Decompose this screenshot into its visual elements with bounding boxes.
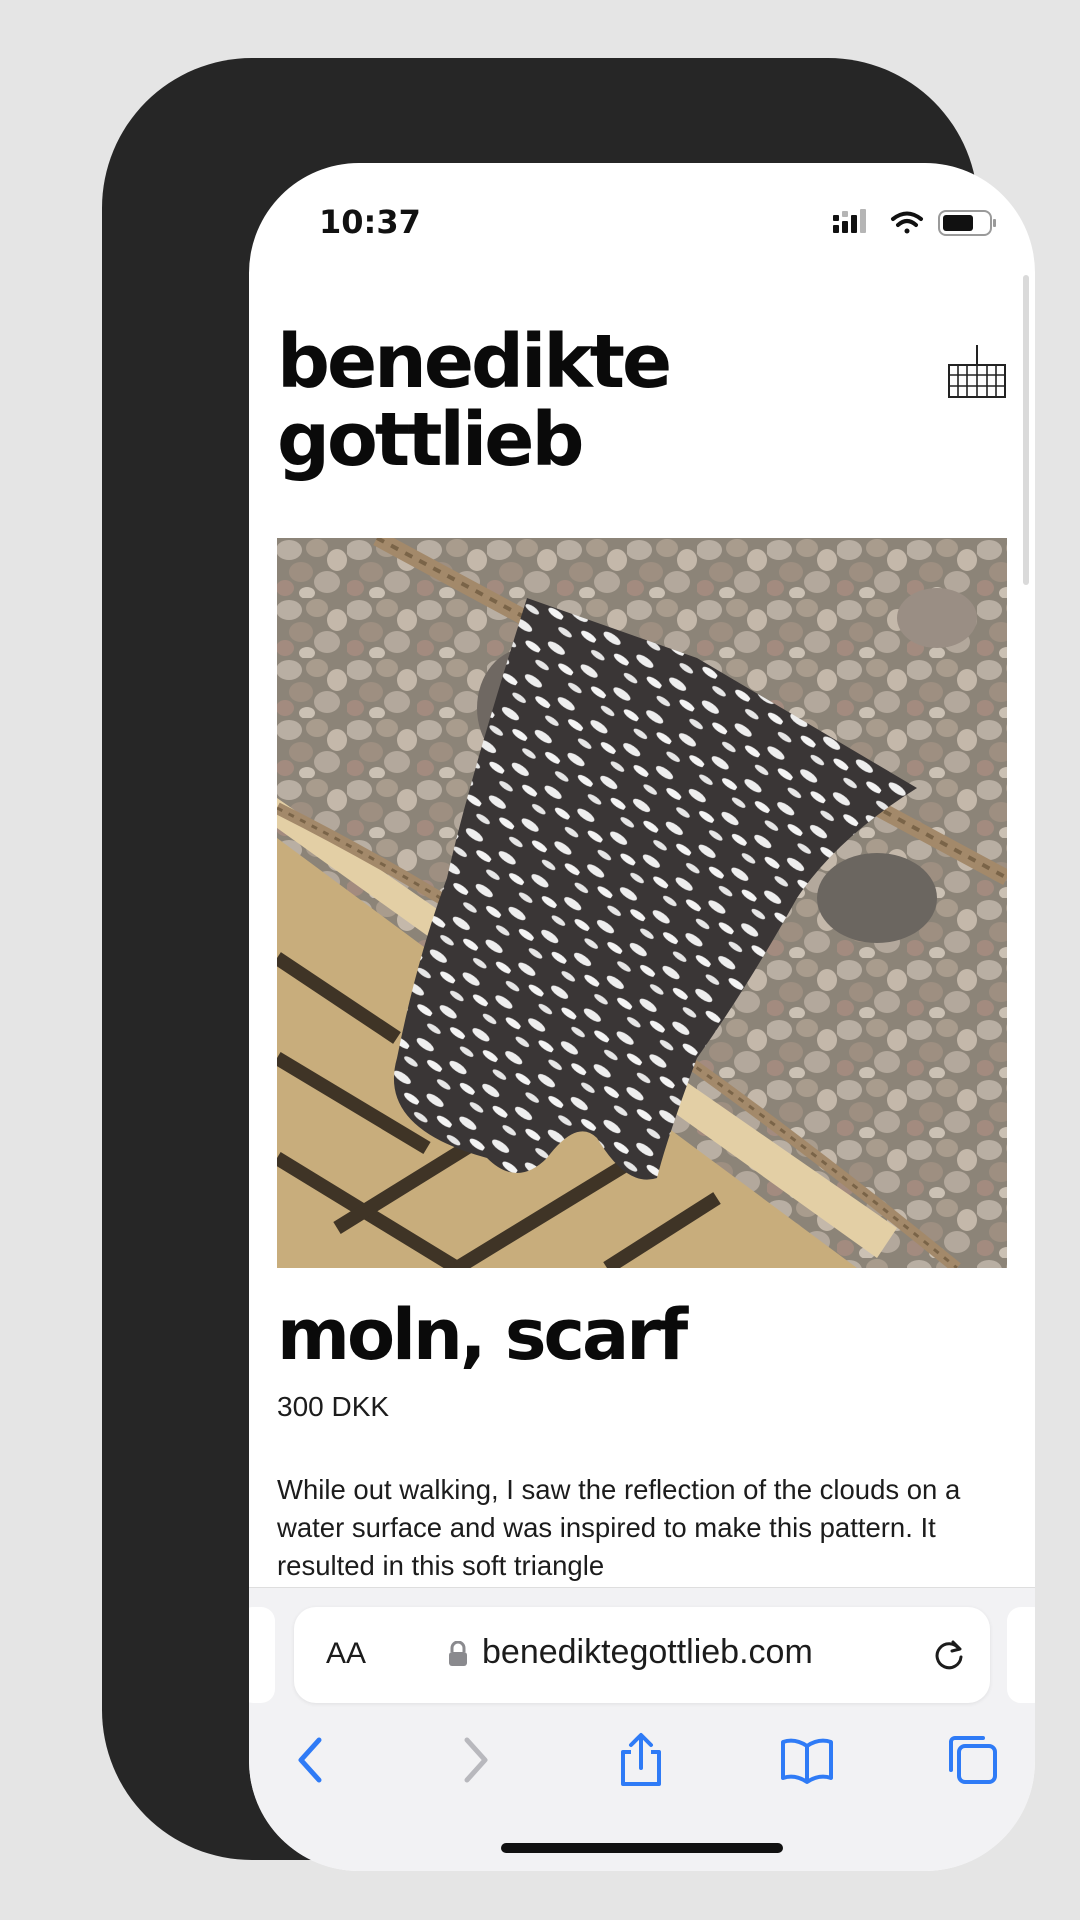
- status-time: 10:37: [319, 203, 421, 241]
- status-icons: [833, 209, 996, 236]
- wifi-icon: [891, 211, 923, 234]
- menu-grid-icon[interactable]: [947, 345, 1007, 399]
- signal-icon: [833, 209, 866, 233]
- brand-line-2: gottlieb: [277, 397, 584, 483]
- previous-tab-preview[interactable]: [249, 1607, 275, 1703]
- next-tab-preview[interactable]: [1007, 1607, 1035, 1703]
- address-bar[interactable]: AA benediktegottlieb.com: [294, 1607, 990, 1703]
- screen: 10:37 benedikte gottlieb moln, scarf 300…: [249, 163, 1035, 1871]
- product-image[interactable]: [277, 538, 1007, 1268]
- brand-line-1: benedikte: [277, 319, 672, 405]
- tabs-icon[interactable]: [945, 1732, 1001, 1788]
- phone-frame: 10:37 benedikte gottlieb moln, scarf 300…: [102, 58, 1035, 1871]
- home-indicator[interactable]: [501, 1843, 783, 1853]
- reload-icon[interactable]: [931, 1637, 967, 1673]
- scroll-indicator[interactable]: [1023, 275, 1029, 585]
- battery-icon: [938, 210, 996, 236]
- forward-icon[interactable]: [445, 1732, 501, 1788]
- product-description: While out walking, I saw the reflection …: [277, 1474, 961, 1581]
- text-size-button[interactable]: AA: [326, 1637, 366, 1671]
- brand-logo[interactable]: benedikte gottlieb: [277, 319, 672, 483]
- url-text: benediktegottlieb.com: [482, 1633, 813, 1671]
- product-title: moln, scarf: [277, 1294, 688, 1376]
- bookmarks-icon[interactable]: [779, 1732, 835, 1788]
- product-price: 300 DKK: [277, 1391, 390, 1422]
- text-size-label: AA: [326, 1637, 367, 1670]
- back-icon[interactable]: [285, 1732, 341, 1788]
- lock-icon: [449, 1641, 467, 1666]
- share-icon[interactable]: [613, 1732, 669, 1788]
